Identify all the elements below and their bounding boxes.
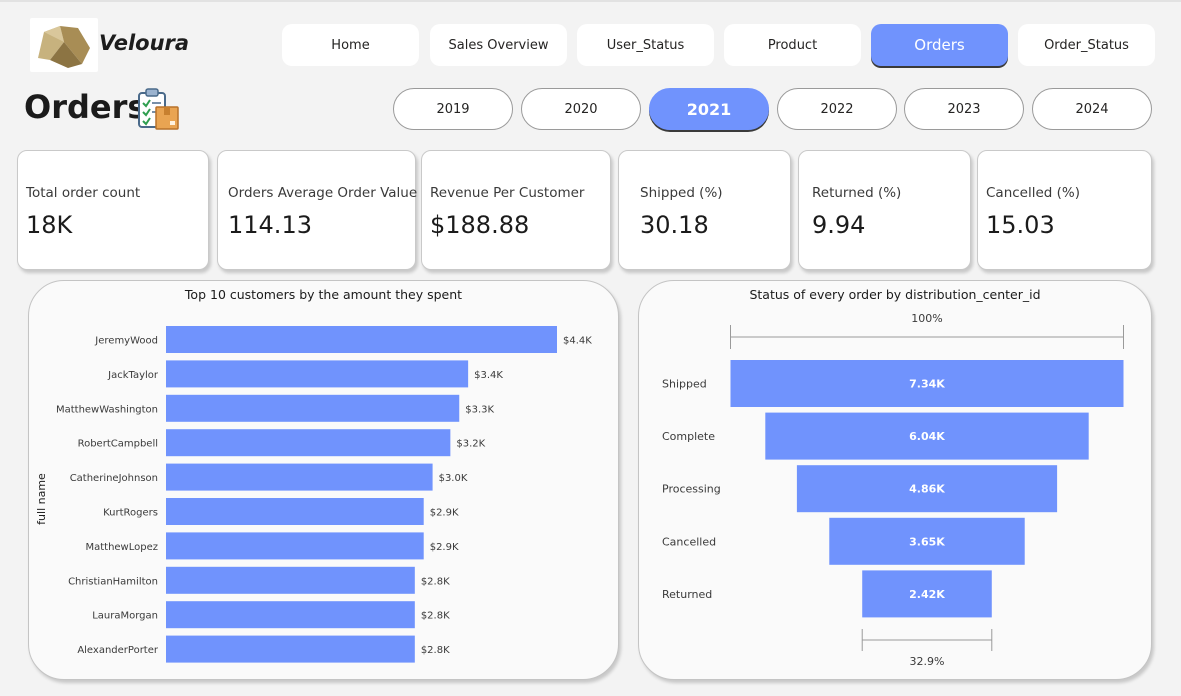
year-2024-button[interactable]: 2024	[1032, 88, 1152, 130]
order-status-funnel-panel: Status of every order by distribution_ce…	[638, 280, 1152, 680]
nav-user-status-button[interactable]: User_Status	[577, 24, 714, 66]
category-label: MatthewLopez	[85, 542, 158, 553]
kpi-total-order-count: Total order count 18K	[17, 150, 209, 270]
kpi-returned-percent: Returned (%) 9.94	[798, 150, 971, 270]
bar[interactable]	[166, 601, 415, 629]
year-2021-button[interactable]: 2021	[649, 88, 769, 130]
category-label: KurtRogers	[103, 508, 158, 519]
kpi-revenue-per-customer: Revenue Per Customer $188.88	[421, 150, 611, 270]
kpi-value: 18K	[26, 211, 73, 239]
category-label: JeremyWood	[94, 336, 158, 347]
year-2022-button[interactable]: 2022	[777, 88, 897, 130]
category-label: RobertCampbell	[78, 439, 158, 450]
kpi-value: 30.18	[640, 211, 709, 239]
clipboard-package-icon	[136, 87, 182, 133]
kpi-value: 114.13	[228, 211, 312, 239]
nav-product-button[interactable]: Product	[724, 24, 861, 66]
data-label: $2.8K	[421, 645, 450, 656]
category-label: JackTaylor	[107, 370, 159, 381]
year-2020-button[interactable]: 2020	[521, 88, 641, 130]
nav-order-status-button[interactable]: Order_Status	[1018, 24, 1155, 66]
kpi-label: Cancelled (%)	[986, 185, 1081, 201]
kpi-cancelled-percent: Cancelled (%) 15.03	[977, 150, 1152, 270]
kpi-value: 15.03	[986, 211, 1055, 239]
data-label: 4.86K	[909, 483, 945, 496]
bar[interactable]	[166, 635, 415, 663]
category-label: MatthewWashington	[56, 404, 158, 415]
kpi-label: Orders Average Order Value	[228, 185, 418, 201]
category-label: ChristianHamilton	[68, 576, 158, 587]
bar[interactable]	[166, 498, 424, 525]
top-divider	[0, 0, 1181, 2]
year-2023-button[interactable]: 2023	[904, 88, 1024, 130]
nav-home-button[interactable]: Home	[282, 24, 419, 66]
data-label: $2.9K	[430, 542, 459, 553]
data-label: $2.8K	[421, 611, 450, 622]
nav-orders-button[interactable]: Orders	[871, 24, 1008, 66]
stage-label: Returned	[662, 588, 712, 601]
bar[interactable]	[166, 429, 451, 457]
y-axis-label: full name	[35, 473, 48, 525]
bar[interactable]	[166, 394, 460, 422]
data-label: 7.34K	[909, 378, 945, 391]
category-label: AlexanderPorter	[77, 645, 159, 656]
category-label: LauraMorgan	[92, 611, 158, 622]
kpi-label: Shipped (%)	[640, 185, 723, 201]
order-status-funnel-chart: 100% Shipped 7.34K Complete 6.04K Processing 4…	[662, 312, 1124, 668]
kpi-shipped-percent: Shipped (%) 30.18	[618, 150, 791, 270]
top-percent-label: 100%	[911, 312, 942, 325]
brand-name: Veloura	[99, 31, 190, 55]
data-label: 2.42K	[909, 588, 945, 601]
category-label: CatherineJohnson	[70, 473, 158, 484]
data-label: $3.3K	[465, 404, 494, 415]
data-label: $3.0K	[439, 473, 468, 484]
bar[interactable]	[166, 463, 433, 491]
year-2019-button[interactable]: 2019	[393, 88, 513, 130]
data-label: $4.4K	[563, 336, 592, 347]
bottom-percent-label: 32.9%	[910, 655, 945, 668]
brand-logo	[30, 18, 98, 72]
kpi-label: Total order count	[26, 185, 141, 201]
page-title: Orders	[24, 88, 147, 126]
stage-label: Shipped	[662, 378, 707, 391]
bar[interactable]	[166, 360, 469, 388]
kpi-value: $188.88	[430, 211, 530, 239]
stage-label: Cancelled	[662, 535, 716, 548]
data-label: 3.65K	[909, 535, 945, 548]
bar[interactable]	[166, 326, 557, 353]
data-label: $2.8K	[421, 576, 450, 587]
top-customers-chart-panel: Top 10 customers by the amount they spen…	[28, 280, 619, 680]
top-customers-bar-chart: full name JeremyWood $4.4K JackTaylor $3.4K…	[35, 326, 592, 663]
bar[interactable]	[166, 532, 424, 560]
kpi-label: Returned (%)	[812, 185, 902, 201]
bar[interactable]	[166, 566, 415, 594]
kpi-average-order-value: Orders Average Order Value 114.13	[217, 150, 418, 270]
data-label: $3.2K	[456, 439, 485, 450]
kpi-value: 9.94	[812, 211, 866, 239]
stage-label: Processing	[662, 483, 721, 496]
data-label: $2.9K	[430, 508, 459, 519]
data-label: 6.04K	[909, 430, 945, 443]
logo-mark-icon	[38, 26, 90, 68]
nav-sales-overview-button[interactable]: Sales Overview	[430, 24, 567, 66]
stage-label: Complete	[662, 430, 715, 443]
kpi-label: Revenue Per Customer	[430, 185, 585, 201]
data-label: $3.4K	[474, 370, 503, 381]
